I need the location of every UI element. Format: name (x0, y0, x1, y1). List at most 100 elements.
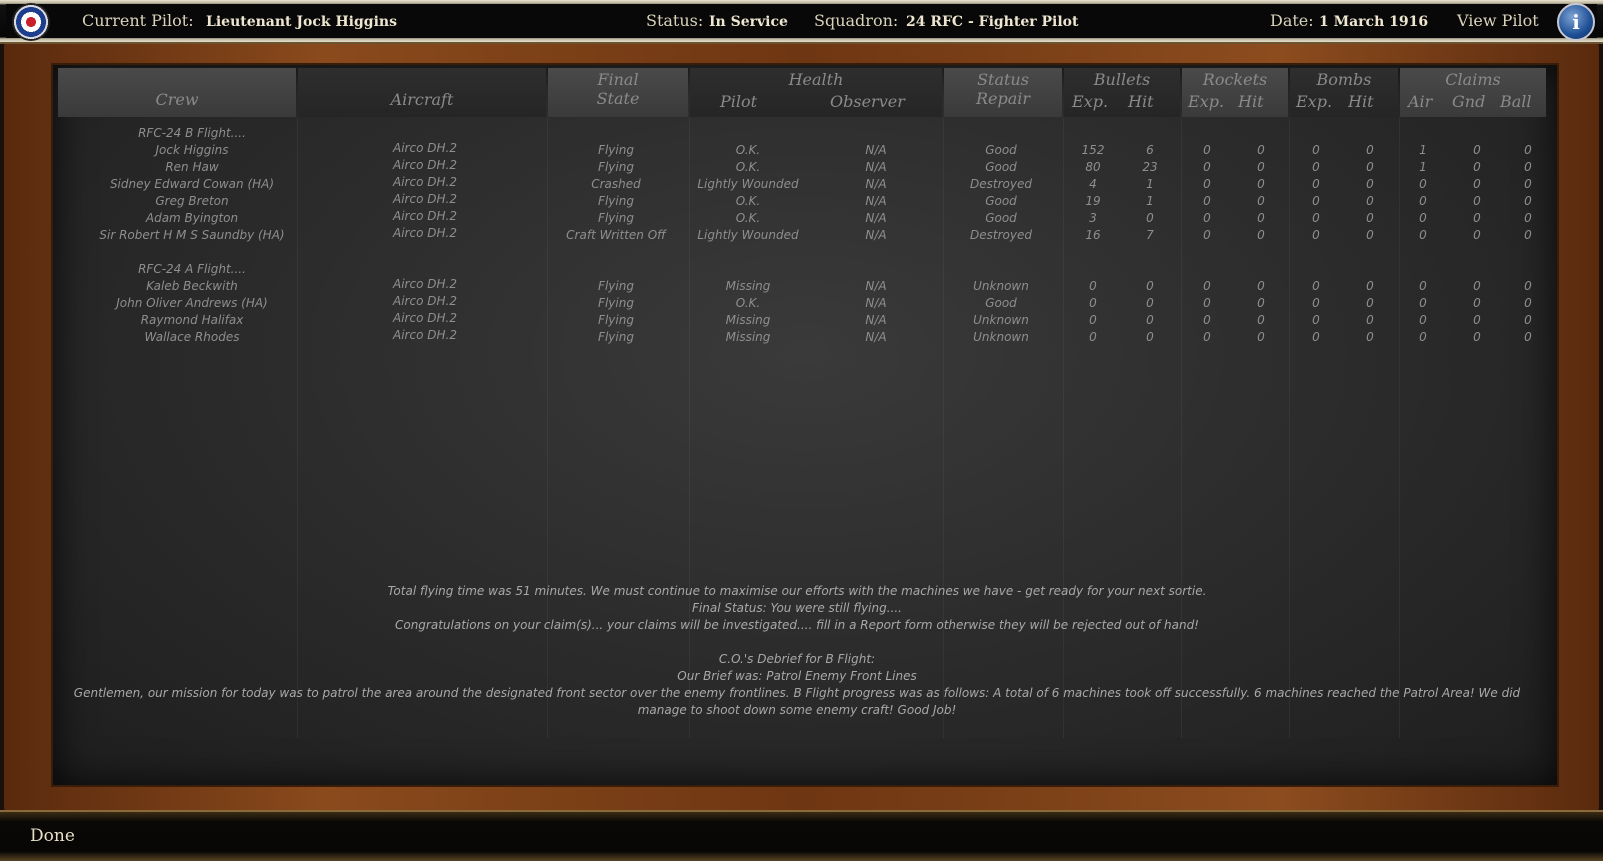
header-status: Status Repair (944, 68, 1062, 117)
header-aircraft: Aircraft (298, 68, 546, 117)
header-claims-air: Air (1408, 92, 1433, 111)
header-bullets: Bullets Exp. Hit (1064, 68, 1180, 117)
header-pilot-text: Pilot (720, 92, 758, 111)
view-pilot-button[interactable]: View Pilot (1457, 11, 1539, 30)
cell-state: Flying (598, 143, 634, 157)
debrief-line: C.O.'s Debrief for B Flight: (718, 652, 876, 666)
header-bullets-hit: Hit (1128, 92, 1154, 111)
header-bombs: Bombs Exp. Hit (1290, 68, 1398, 117)
date-value: 1 March 1916 (1319, 14, 1429, 30)
header-bombs-text: Bombs (1316, 70, 1372, 89)
cell-observer: N/A (865, 160, 887, 174)
cell-repair: Destroyed (970, 228, 1032, 242)
header-rockets-text: Rockets (1202, 70, 1268, 89)
header-rockets-exp: Exp. (1188, 92, 1225, 111)
cell-pilot: O.K. (735, 143, 761, 157)
cell-crew: Jock Higgins (155, 143, 229, 157)
cell-repair: Unknown (973, 330, 1029, 344)
cell-pilot: Missing (725, 279, 771, 293)
top-status-bar: Current Pilot: Lieutenant Jock Higgins S… (0, 0, 1603, 44)
cell-aircraft: Airco DH.2 (393, 209, 457, 223)
cell-aircraft: Airco DH.2 (393, 141, 457, 155)
header-repair-text: Repair (975, 89, 1031, 108)
debrief-line (56, 634, 1538, 651)
squadron-value: 24 RFC - Fighter Pilot (906, 14, 1079, 30)
cell-repair: Unknown (973, 279, 1029, 293)
cell-ball: 0 (1524, 296, 1532, 310)
cell-crew: Kaleb Beckwith (146, 279, 238, 293)
cell-observer: N/A (865, 211, 887, 225)
cell-observer: N/A (865, 228, 887, 242)
header-crew: Crew (58, 68, 296, 117)
cell-repair: Good (985, 211, 1017, 225)
cell-crew: Ren Haw (165, 160, 219, 174)
cell-repair: Good (985, 194, 1017, 208)
flight-group-label: RFC-24 B Flight.... (138, 126, 246, 140)
cell-aircraft: Airco DH.2 (393, 328, 457, 342)
debrief-line: Our Brief was: Patrol Enemy Front Lines (677, 669, 917, 683)
cell-ball: 0 (1524, 228, 1532, 242)
cell-observer: N/A (865, 279, 887, 293)
cell-repair: Destroyed (970, 177, 1032, 191)
cell-pilot: Lightly Wounded (697, 228, 799, 242)
header-rockets: Rockets Exp. Hit (1182, 68, 1288, 117)
header-final-text: Final (597, 70, 639, 89)
cell-aircraft: Airco DH.2 (393, 294, 457, 308)
current-pilot-value: Lieutenant Jock Higgins (206, 14, 397, 30)
header-state-text: State (596, 89, 640, 108)
cell-ball: 0 (1524, 330, 1532, 344)
header-health: Health Pilot Observer (690, 68, 942, 117)
header-final-state: Final State (548, 68, 688, 117)
cell-state: Flying (598, 313, 634, 327)
cell-state: Flying (598, 211, 634, 225)
header-status-text: Status (977, 70, 1029, 89)
cell-observer: N/A (865, 313, 887, 327)
cell-pilot: Lightly Wounded (697, 177, 799, 191)
header-claims-gnd: Gnd (1452, 92, 1486, 111)
bottom-bar: Done (0, 810, 1603, 861)
cell-crew: Greg Breton (155, 194, 229, 208)
cell-pilot: O.K. (735, 211, 761, 225)
cell-crew: John Oliver Andrews (HA) (116, 296, 268, 310)
cell-aircraft: Airco DH.2 (393, 158, 457, 172)
cell-observer: N/A (865, 177, 887, 191)
header-bombs-hit: Hit (1348, 92, 1374, 111)
header-crew-text: Crew (155, 90, 199, 109)
cell-aircraft: Airco DH.2 (393, 277, 457, 291)
info-icon[interactable]: i (1557, 3, 1595, 41)
cell-crew: Sir Robert H M S Saundby (HA) (99, 228, 285, 242)
cell-pilot: O.K. (735, 194, 761, 208)
cell-ball: 0 (1524, 143, 1532, 157)
cell-crew: Wallace Rhodes (144, 330, 240, 344)
header-claims-text: Claims (1445, 70, 1501, 89)
cell-state: Flying (598, 279, 634, 293)
debrief-text: Total flying time was 51 minutes. We mus… (56, 583, 1538, 719)
cell-ball: 0 (1524, 211, 1532, 225)
debrief-line: Gentlemen, our mission for today was to … (73, 686, 1521, 717)
header-bullets-text: Bullets (1093, 70, 1151, 89)
cell-ball: 0 (1524, 313, 1532, 327)
cell-crew: Adam Byington (145, 211, 239, 225)
cell-observer: N/A (865, 296, 887, 310)
done-button[interactable]: Done (30, 826, 75, 846)
header-aircraft-text: Aircraft (390, 90, 454, 109)
cell-state: Flying (598, 296, 634, 310)
header-observer-text: Observer (830, 92, 905, 111)
cell-observer: N/A (865, 194, 887, 208)
header-claims: Claims Air Gnd Ball (1400, 68, 1546, 117)
cell-observer: N/A (865, 143, 887, 157)
cell-ball: 0 (1524, 194, 1532, 208)
header-claims-ball: Ball (1500, 92, 1532, 111)
cell-state: Flying (598, 160, 634, 174)
cell-crew: Sidney Edward Cowan (HA) (109, 177, 275, 191)
date-label: Date: (1270, 11, 1314, 30)
cell-pilot: Missing (725, 313, 771, 327)
cell-repair: Good (985, 143, 1017, 157)
cell-state: Flying (598, 194, 634, 208)
cell-pilot: O.K. (735, 160, 761, 174)
header-bullets-exp: Exp. (1072, 92, 1109, 111)
debrief-line: Congratulations on your claim(s)... your… (394, 618, 1199, 632)
squadron-label: Squadron: (814, 11, 899, 30)
cell-ball: 0 (1524, 177, 1532, 191)
cell-crew: Raymond Halifax (140, 313, 244, 327)
